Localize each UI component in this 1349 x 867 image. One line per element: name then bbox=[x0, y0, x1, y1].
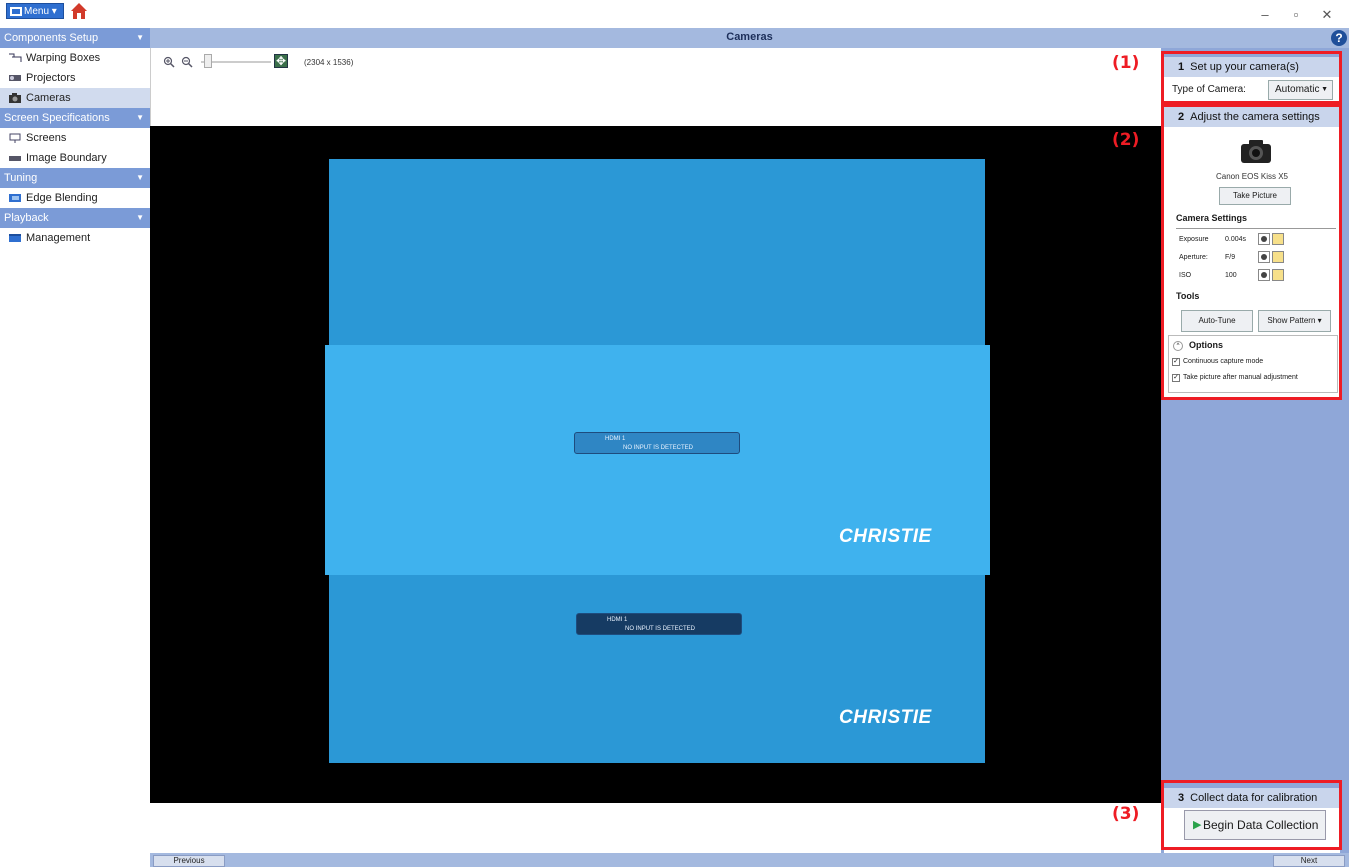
home-icon[interactable] bbox=[70, 2, 88, 20]
menu-label: Menu ▾ bbox=[24, 5, 57, 17]
highlight-box-step1 bbox=[1161, 51, 1342, 104]
screen-icon bbox=[9, 133, 21, 143]
menu-button[interactable]: Menu ▾ bbox=[6, 3, 64, 19]
warping-boxes-icon bbox=[9, 53, 22, 62]
sidebar-item-label: Edge Blending bbox=[26, 192, 98, 204]
page-title: Cameras bbox=[726, 31, 773, 43]
sidebar: Components Setup ▼ Warping Boxes Project… bbox=[0, 28, 150, 867]
collapse-arrow-icon: ▼ bbox=[136, 113, 144, 122]
sidebar-item-image-boundary[interactable]: Image Boundary bbox=[0, 148, 150, 168]
sidebar-item-management[interactable]: Management bbox=[0, 228, 150, 248]
highlight-box-step3 bbox=[1161, 780, 1342, 850]
sidebar-item-cameras[interactable]: Cameras bbox=[0, 88, 150, 108]
edge-blending-icon bbox=[9, 194, 21, 202]
viewer-footer bbox=[150, 803, 1161, 853]
zoom-out-icon[interactable] bbox=[181, 56, 193, 68]
collapse-arrow-icon: ▼ bbox=[136, 173, 144, 182]
sidebar-item-screens[interactable]: Screens bbox=[0, 128, 150, 148]
maximize-button[interactable]: ▫ bbox=[1289, 8, 1303, 22]
osd-message: NO INPUT IS DETECTED bbox=[623, 445, 693, 451]
zoom-in-icon[interactable] bbox=[163, 56, 175, 68]
sidebar-section-components-setup[interactable]: Components Setup ▼ bbox=[0, 28, 150, 48]
annotation-label: (2) bbox=[1112, 130, 1140, 150]
projector-icon bbox=[9, 75, 21, 81]
page-title-bar: Cameras ? bbox=[150, 28, 1349, 48]
sidebar-item-label: Screens bbox=[26, 132, 67, 144]
next-button[interactable]: Next bbox=[1273, 855, 1345, 867]
sidebar-section-label: Components Setup bbox=[4, 32, 99, 44]
navigation-bar bbox=[150, 853, 1349, 867]
camera-icon bbox=[9, 93, 21, 103]
sidebar-section-tuning[interactable]: Tuning ▼ bbox=[0, 168, 150, 188]
sidebar-item-edge-blending[interactable]: Edge Blending bbox=[0, 188, 150, 208]
zoom-slider-thumb[interactable] bbox=[204, 54, 212, 68]
sidebar-section-label: Playback bbox=[4, 212, 49, 224]
collapse-arrow-icon: ▼ bbox=[136, 213, 144, 222]
projector-osd-message: HDMI 1 NO INPUT IS DETECTED bbox=[574, 432, 740, 454]
sidebar-item-label: Warping Boxes bbox=[26, 52, 101, 64]
sidebar-item-warping-boxes[interactable]: Warping Boxes bbox=[0, 48, 150, 68]
sidebar-item-label: Management bbox=[26, 232, 91, 244]
osd-source: HDMI 1 bbox=[607, 617, 628, 623]
highlight-box-step2 bbox=[1161, 104, 1342, 400]
app-logo-icon bbox=[10, 6, 22, 16]
sidebar-section-label: Tuning bbox=[4, 172, 38, 184]
help-icon[interactable]: ? bbox=[1331, 30, 1347, 46]
sidebar-section-playback[interactable]: Playback ▼ bbox=[0, 208, 150, 228]
annotation-label: (3) bbox=[1112, 804, 1140, 824]
collapse-arrow-icon: ▼ bbox=[136, 33, 144, 42]
top-bar: Menu ▾ – ▫ ✕ bbox=[0, 0, 1349, 27]
sidebar-item-projectors[interactable]: Projectors bbox=[0, 68, 150, 88]
sidebar-item-label: Image Boundary bbox=[26, 152, 107, 164]
viewer-toolbar: ✥ (2304 x 1536) bbox=[150, 48, 1161, 126]
management-icon bbox=[9, 234, 21, 242]
christie-logo: CHRISTIE bbox=[839, 526, 932, 547]
osd-message: NO INPUT IS DETECTED bbox=[625, 626, 695, 632]
christie-logo: CHRISTIE bbox=[839, 707, 932, 728]
camera-image-viewer[interactable]: HDMI 1 NO INPUT IS DETECTED HDMI 1 NO IN… bbox=[150, 126, 1161, 803]
projector-osd-message: HDMI 1 NO INPUT IS DETECTED bbox=[576, 613, 742, 635]
sidebar-section-label: Screen Specifications bbox=[4, 112, 110, 124]
minimize-button[interactable]: – bbox=[1258, 8, 1272, 22]
annotation-label: (1) bbox=[1112, 53, 1140, 73]
image-resolution: (2304 x 1536) bbox=[304, 58, 354, 67]
close-button[interactable]: ✕ bbox=[1320, 8, 1334, 22]
fit-to-view-icon[interactable]: ✥ bbox=[274, 54, 288, 68]
osd-source: HDMI 1 bbox=[605, 436, 626, 442]
sidebar-item-label: Cameras bbox=[26, 92, 71, 104]
image-boundary-icon bbox=[9, 156, 21, 161]
previous-button[interactable]: Previous bbox=[153, 855, 225, 867]
sidebar-section-screen-specifications[interactable]: Screen Specifications ▼ bbox=[0, 108, 150, 128]
sidebar-item-label: Projectors bbox=[26, 72, 76, 84]
app-window: Menu ▾ – ▫ ✕ Cameras ? Components Setup … bbox=[0, 0, 1349, 867]
